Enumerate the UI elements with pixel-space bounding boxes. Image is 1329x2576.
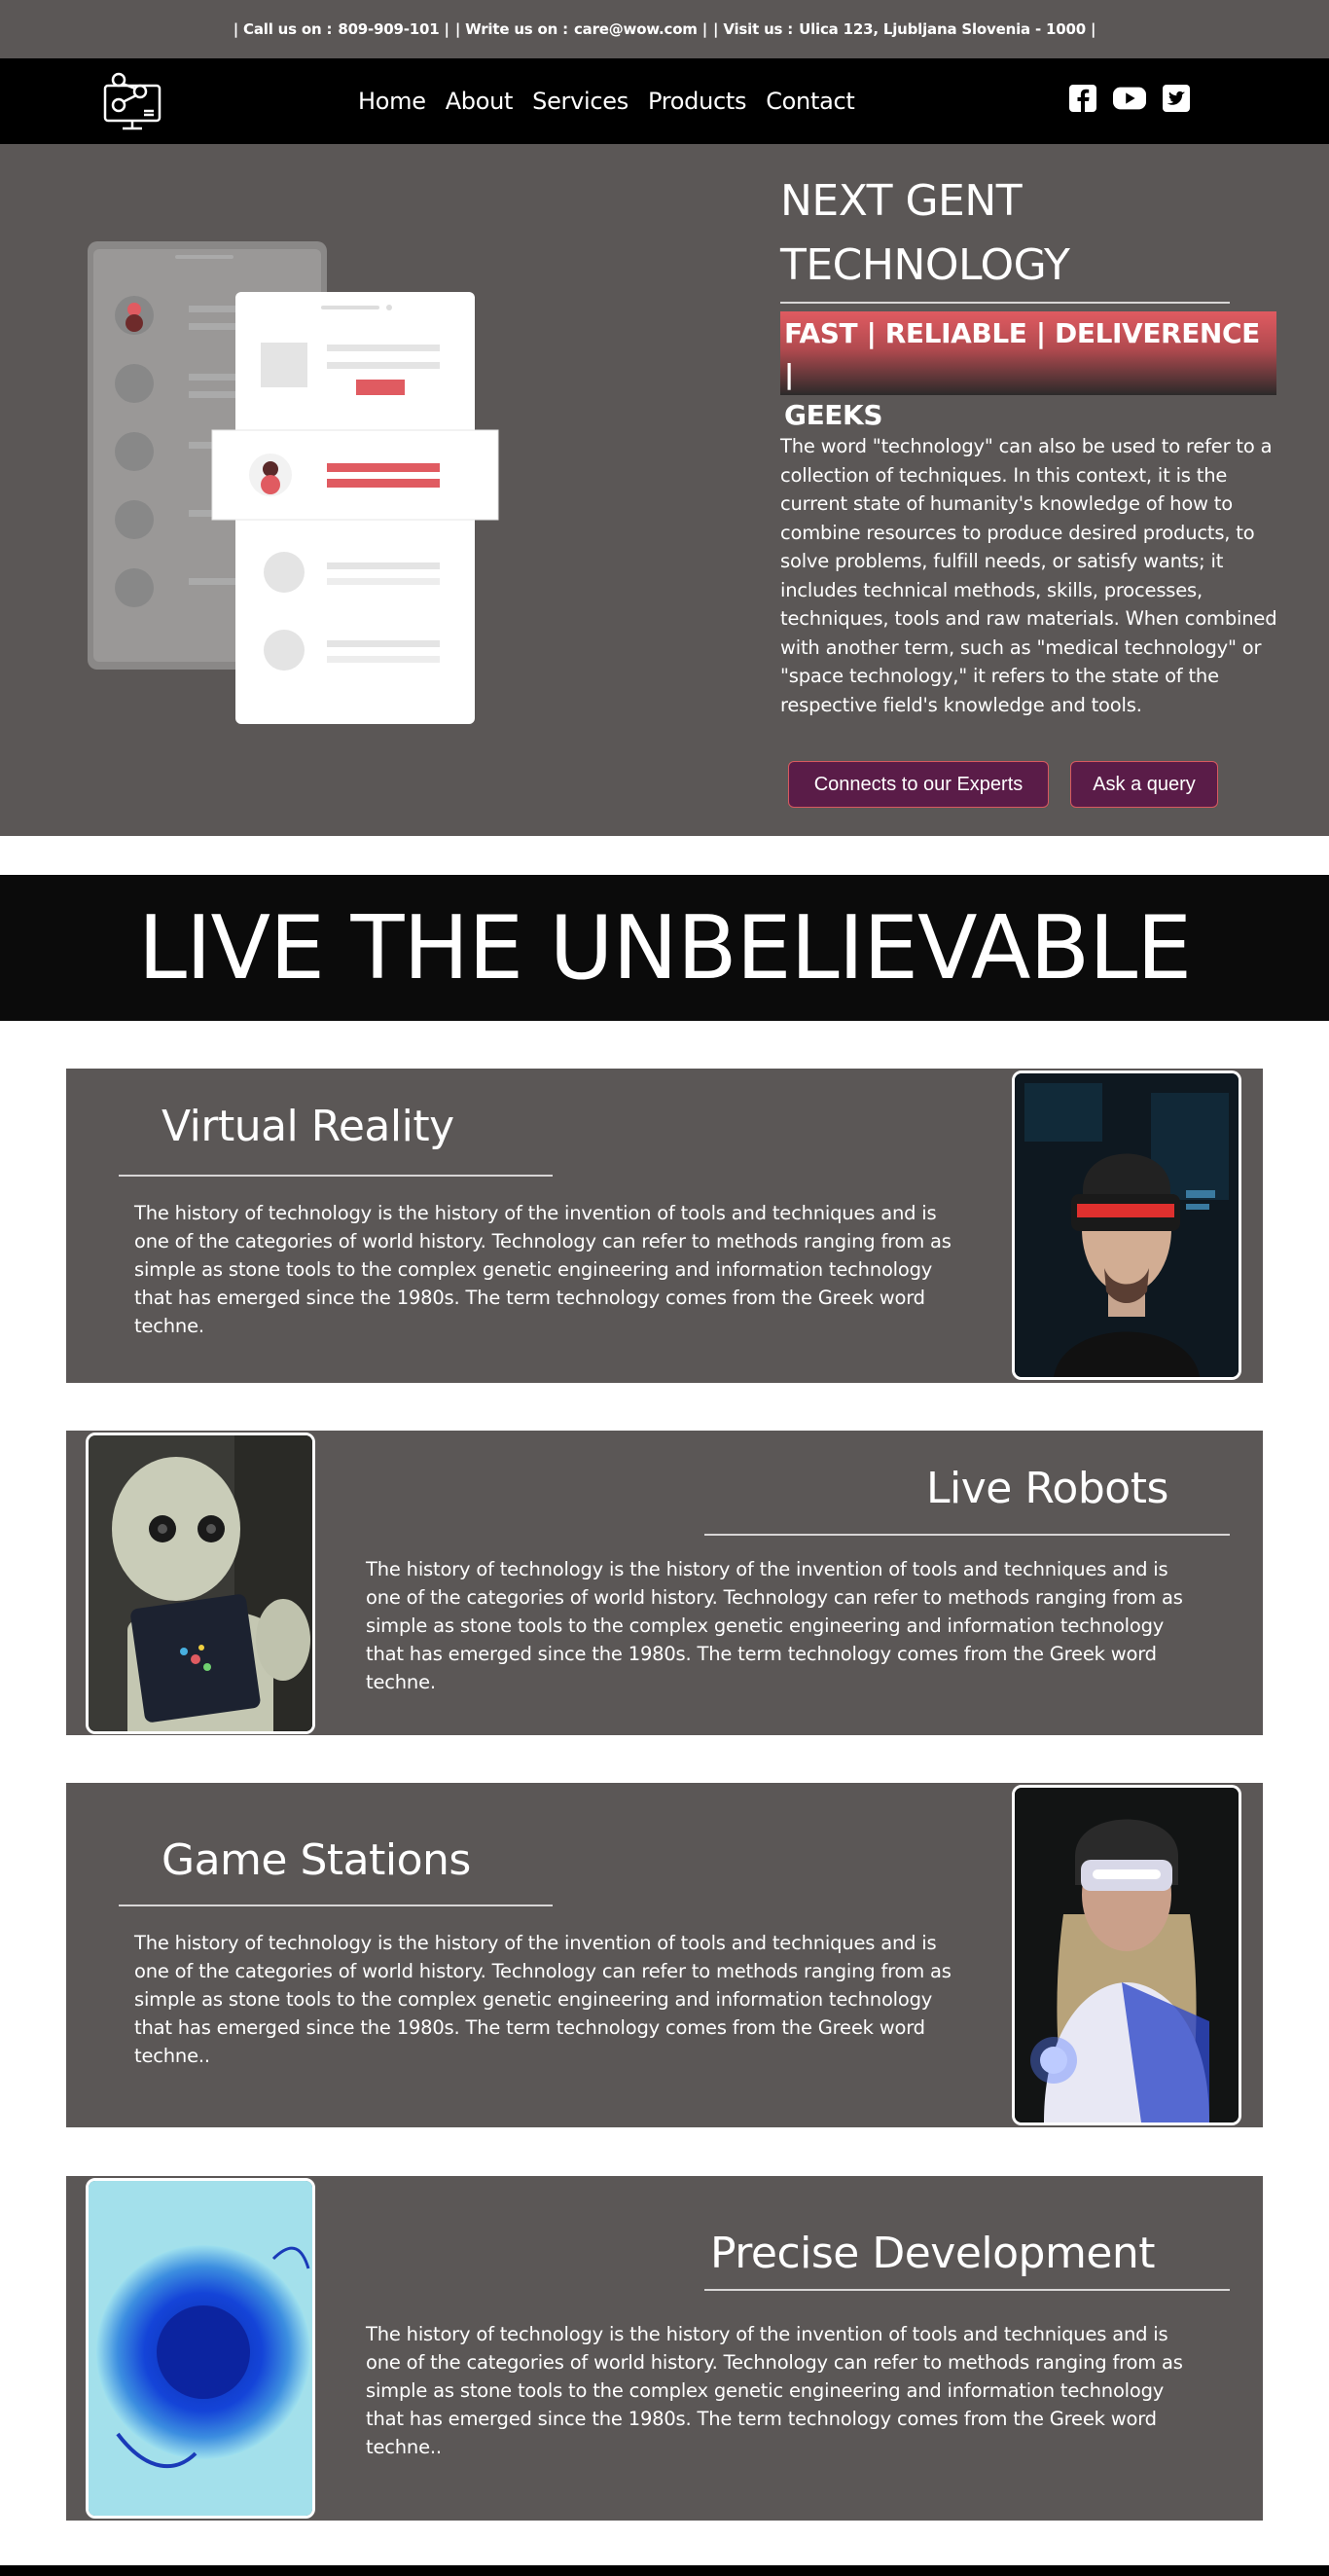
slogan-banner: LIVE THE UNBELIEVABLE (0, 875, 1329, 1021)
hero-title: NEXT GENT TECHNOLOGY (780, 169, 1230, 298)
hero-paragraph: The word "technology" can also be used t… (780, 435, 1277, 716)
network-monitor-icon[interactable] (101, 68, 163, 132)
nav-home[interactable]: Home (358, 88, 426, 115)
feature-title: Precise Development (710, 2229, 1156, 2278)
visit-label: | Visit us : (713, 20, 794, 38)
feature-text: The history of technology is the history… (366, 2323, 1183, 2458)
feature-title: Game Stations (162, 1835, 471, 1885)
feature-divider (119, 1905, 553, 1906)
feature-game-stations: Game Stations The history of technology … (66, 1783, 1263, 2127)
write-label: | Write us on : (454, 20, 568, 38)
blue-ink-photo (86, 2178, 315, 2519)
email-address[interactable]: care@wow.com | (574, 20, 707, 38)
feature-title: Live Robots (926, 1464, 1168, 1513)
hero-tagline-line1: FAST | RELIABLE | DELIVERENCE | (784, 317, 1260, 390)
address: Ulica 123, Ljubljana Slovenia - 1000 | (799, 20, 1096, 38)
feature-divider (119, 1175, 553, 1177)
nav-contact[interactable]: Contact (766, 88, 855, 115)
hero-title-line1: NEXT GENT (780, 176, 1023, 226)
feature-text: The history of technology is the history… (134, 1932, 952, 2067)
hero-section: NEXT GENT TECHNOLOGY FAST | RELIABLE | D… (0, 144, 1329, 836)
call-label: | Call us on : (233, 20, 333, 38)
facebook-icon[interactable] (1066, 82, 1099, 115)
hero-divider (780, 302, 1230, 304)
banner-text: LIVE THE UNBELIEVABLE (137, 896, 1192, 999)
feature-text: The history of technology is the history… (366, 1558, 1183, 1693)
main-navbar: Home About Services Products Contact (0, 58, 1329, 144)
connect-experts-button[interactable]: Connects to our Experts (788, 761, 1049, 808)
phone-mockup-illustration (88, 241, 516, 728)
top-info-bar: | Call us on : 809-909-101 | | Write us … (0, 0, 1329, 58)
footer-strip (0, 2565, 1329, 2576)
feature-divider (704, 2289, 1230, 2291)
feature-divider (704, 1534, 1230, 1536)
feature-text: The history of technology is the history… (134, 1202, 952, 1337)
vr-headset-photo (1012, 1070, 1241, 1380)
phone-number[interactable]: 809-909-101 | (338, 20, 449, 38)
hero-tagline: FAST | RELIABLE | DELIVERENCE | GEEKS (780, 311, 1276, 431)
nav-products[interactable]: Products (648, 88, 747, 115)
nav-menu: Home About Services Products Contact (358, 58, 874, 144)
feature-virtual-reality: Virtual Reality The history of technolog… (66, 1069, 1263, 1383)
feature-precise-development: Precise Development The history of techn… (66, 2176, 1263, 2521)
gamer-vr-photo (1012, 1785, 1241, 2125)
nav-services[interactable]: Services (532, 88, 629, 115)
feature-title: Virtual Reality (162, 1102, 454, 1151)
nav-about[interactable]: About (446, 88, 514, 115)
ask-query-button[interactable]: Ask a query (1070, 761, 1218, 808)
youtube-icon[interactable] (1113, 82, 1146, 115)
social-links (1066, 82, 1193, 115)
hero-title-line2: TECHNOLOGY (780, 240, 1070, 290)
robot-photo (86, 1433, 315, 1734)
twitter-icon[interactable] (1160, 82, 1193, 115)
hero-tagline-line2: GEEKS (784, 399, 883, 431)
feature-live-robots: Live Robots The history of technology is… (66, 1431, 1263, 1735)
